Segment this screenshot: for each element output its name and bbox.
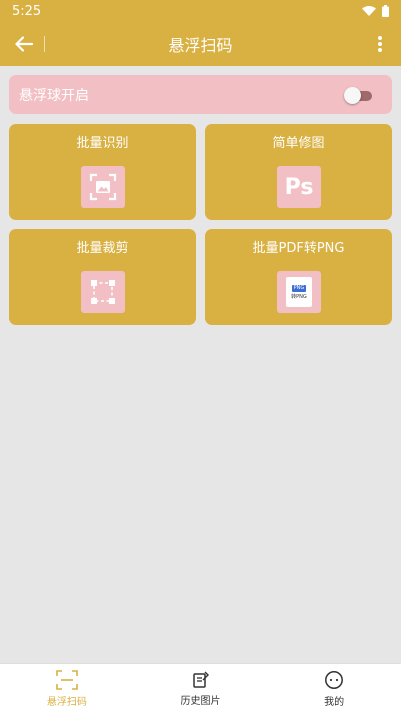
header-divider bbox=[44, 36, 45, 52]
tool-label: 简单修图 bbox=[272, 136, 325, 151]
tab-label: 历史图片 bbox=[180, 695, 221, 707]
tab-label: 我的 bbox=[324, 696, 345, 708]
ps-icon: Ps bbox=[277, 166, 321, 208]
tab-profile[interactable]: 我的 bbox=[267, 664, 401, 713]
tool-label: 批量PDF转PNG bbox=[252, 241, 345, 256]
tool-card-batch-crop[interactable]: 批量裁剪 bbox=[9, 229, 196, 325]
floating-ball-row[interactable]: 悬浮球开启 bbox=[9, 75, 392, 114]
floating-ball-switch[interactable] bbox=[344, 86, 374, 104]
bottom-nav: 悬浮扫码 历史图片 我的 bbox=[0, 663, 401, 713]
tool-card-batch-recognize[interactable]: 批量识别 bbox=[9, 124, 196, 220]
scan-icon bbox=[56, 669, 78, 690]
tool-label: 批量裁剪 bbox=[76, 241, 129, 256]
pdf-to-png-icon: PNG 转PNG bbox=[277, 271, 321, 313]
battery-icon bbox=[382, 5, 389, 17]
floating-ball-label: 悬浮球开启 bbox=[19, 87, 89, 104]
switch-thumb bbox=[344, 86, 361, 104]
tool-card-simple-edit[interactable]: 简单修图 Ps bbox=[205, 124, 392, 220]
crop-frame-icon bbox=[81, 271, 125, 313]
history-images-icon bbox=[192, 671, 209, 688]
more-menu-button[interactable] bbox=[371, 30, 389, 58]
status-time: 5:25 bbox=[12, 3, 42, 19]
ps-icon-text: Ps bbox=[284, 174, 314, 200]
png-badge: PNG bbox=[291, 285, 307, 292]
tab-floating-scan[interactable]: 悬浮扫码 bbox=[0, 664, 134, 713]
status-bar: 5:25 bbox=[0, 0, 401, 22]
tool-label: 批量识别 bbox=[76, 136, 129, 151]
more-vert-icon bbox=[378, 36, 382, 52]
wifi-icon bbox=[362, 6, 376, 16]
page-title: 悬浮扫码 bbox=[168, 36, 233, 55]
pdf-document-icon: PNG 转PNG bbox=[286, 277, 312, 307]
app-bar: 悬浮扫码 bbox=[0, 22, 401, 66]
tool-card-pdf-to-png[interactable]: 批量PDF转PNG PNG 转PNG bbox=[205, 229, 392, 325]
profile-icon bbox=[325, 670, 344, 689]
arrow-left-icon bbox=[15, 36, 33, 52]
back-button[interactable] bbox=[10, 30, 38, 58]
pdf-to-png-icon-text: 转PNG bbox=[291, 294, 307, 300]
status-icons bbox=[362, 5, 389, 17]
image-scan-icon bbox=[81, 166, 125, 208]
tab-label: 悬浮扫码 bbox=[46, 696, 87, 708]
tab-history-images[interactable]: 历史图片 bbox=[134, 664, 268, 713]
